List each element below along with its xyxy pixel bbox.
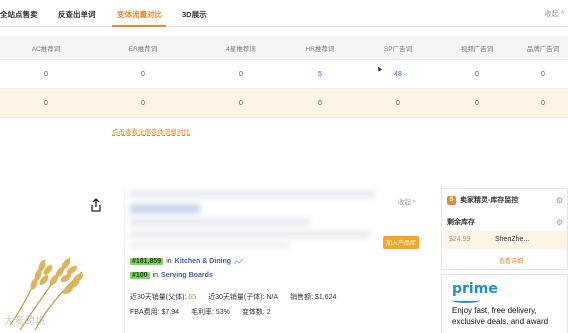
card-collapse-link[interactable]: 收起 ^ xyxy=(398,196,416,206)
tab-variant-traffic[interactable]: 变体流量对比 xyxy=(117,9,162,20)
view-details-link[interactable]: 查看详细 xyxy=(499,256,523,265)
tab-bar: 全站点售卖 反查出单词 变体流量对比 3D展示 收起 ^ xyxy=(0,0,568,27)
fee-stats: FBA费用: $7.94 毛利率: 53% 变体数: 2 xyxy=(130,307,281,317)
gear-icon[interactable]: ⚙ xyxy=(556,218,563,227)
table-cell: 0 xyxy=(541,70,545,78)
inventory-price: $24.99 xyxy=(449,236,471,243)
active-tab-indicator xyxy=(112,25,166,27)
table-cell: 0 xyxy=(44,99,48,107)
table-cell: 0 xyxy=(44,70,48,78)
fba-fee: FBA费用: $7.94 xyxy=(130,309,180,316)
blurred-text xyxy=(130,230,370,238)
rank-in-label: in xyxy=(166,258,172,265)
seller-sprite-logo-icon: S xyxy=(447,195,456,205)
table-cell: 0 xyxy=(141,70,145,78)
inventory-seller: ShenZhe... xyxy=(495,236,530,243)
prime-promo-text: Enjoy fast, free delivery, exclusive dea… xyxy=(452,306,549,326)
add-to-product-library-button[interactable]: 加入产品库 xyxy=(383,236,420,249)
table-row: 0 0 0 0 0 0 0 xyxy=(0,89,568,118)
table-cell: 0 xyxy=(141,99,145,107)
rank-category-link[interactable]: Serving Boards xyxy=(161,272,213,279)
prime-promo[interactable]: prime Enjoy fast, free delivery, exclusi… xyxy=(441,274,568,333)
table-cell: 0 xyxy=(318,99,322,107)
rank-category-link[interactable]: Kitchen & Dining xyxy=(175,258,231,265)
remaining-stock-label: 剩余库存 xyxy=(447,219,475,226)
table-cell: 0 xyxy=(541,99,545,107)
inventory-monitor-panel: S 卖家精灵-库存监控 ⚙ 剩余库存 ⚙ $24.99 ShenZhe... 查… xyxy=(441,188,568,270)
gross-margin: 毛利率: 53% xyxy=(190,309,230,316)
collapse-link[interactable]: 收起 ^ xyxy=(545,9,564,19)
blurred-text xyxy=(130,242,290,248)
table-cell: 0 xyxy=(239,99,243,107)
blurred-text xyxy=(130,218,310,226)
revenue: 销售额: $1,624 xyxy=(290,294,337,301)
view-all-variants-link[interactable]: 点击查看全部变体流量对比 xyxy=(112,126,190,136)
prime-smile-icon xyxy=(452,298,480,303)
header-er: ER推荐词 xyxy=(128,45,158,53)
rank-serving-boards: #100 in Serving Boards xyxy=(130,272,213,279)
table-cell: 0 xyxy=(239,70,243,78)
rank-badge: #100 xyxy=(130,272,150,279)
hr-count-link[interactable]: 5 xyxy=(280,60,360,88)
panel-title: 卖家精灵-库存监控 xyxy=(460,197,519,204)
watermark-text: 大麦跨境 xyxy=(4,316,46,327)
header-hr: HR推荐词 xyxy=(305,45,335,53)
table-header: AC推荐词 ER推荐词 4星推荐词 HR推荐词 SP广告词 视频广告词 品牌广告… xyxy=(0,36,568,60)
rank-kitchen-dining: #181,859 in Kitchen & Dining xyxy=(130,258,244,265)
tab-3d-view[interactable]: 3D展示 xyxy=(182,9,207,20)
variant-count: 变体数: 2 xyxy=(241,309,271,316)
sp-count-link[interactable]: 48 xyxy=(358,60,438,88)
header-ac: AC推荐词 xyxy=(31,45,61,53)
tab-reverse-keywords[interactable]: 反查出单词 xyxy=(58,9,96,20)
header-4star: 4星推荐词 xyxy=(226,45,256,53)
blurred-title xyxy=(130,190,375,198)
gear-icon[interactable]: ⚙ xyxy=(556,196,563,205)
prime-logo: prime xyxy=(452,281,498,297)
table-row: 0 0 0 5 48 0 0 xyxy=(0,60,568,89)
header-sp: SP广告词 xyxy=(383,45,413,53)
trend-chart-icon[interactable] xyxy=(234,258,244,265)
child-sales: 近30天销量(子体): N/A xyxy=(208,294,279,301)
blurred-logo xyxy=(130,204,200,214)
panel-header: S 卖家精灵-库存监控 xyxy=(442,189,567,211)
tab-all-sites[interactable]: 全站点售卖 xyxy=(0,9,38,20)
table-cell: 0 xyxy=(396,99,400,107)
share-icon[interactable] xyxy=(90,198,102,212)
header-brand: 品牌广告词 xyxy=(526,45,560,53)
rank-badge: #181,859 xyxy=(130,258,164,265)
parent-sales: 近30天销量(父体): 65 xyxy=(130,294,197,301)
inventory-row: $24.99 ShenZhe... xyxy=(443,231,567,249)
rank-in-label: in xyxy=(152,272,159,279)
sales-stats: 近30天销量(父体): 65 近30天销量(子体): N/A 销售额: $1,6… xyxy=(130,292,346,302)
